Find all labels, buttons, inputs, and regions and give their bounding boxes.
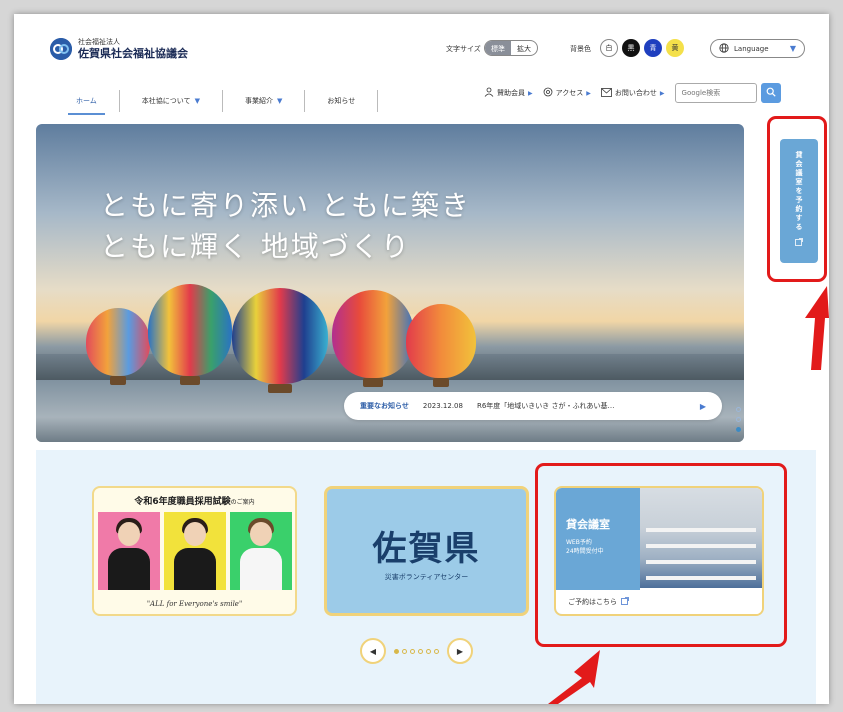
staff-photo [164,512,226,590]
supporting-member-label: 賛助会員 [497,89,525,97]
bg-color-label: 背景色 [570,45,591,53]
font-size-label: 文字サイズ [446,45,481,53]
chevron-down-icon: ▼ [276,97,283,105]
balloon-image [232,288,328,393]
hero-headline: ともに寄り添い ともに築き ともに輝く 地域づくり [100,186,471,267]
nav-label: お知らせ [327,97,356,105]
staff-photo [98,512,160,590]
staff-photo [230,512,292,590]
globe-icon [719,42,729,55]
language-label: Language [734,44,769,53]
nav-item-news[interactable]: お知らせ [305,90,379,112]
bg-yellow-button[interactable]: 黄 [666,39,684,57]
banner-dot[interactable] [426,648,431,654]
highlight-box-room-banner [535,463,787,647]
utility-links: 賛助会員 ▶ アクセス ▶ お問い合わせ ▶ [484,82,781,104]
font-size-toggle: 標準 拡大 [484,40,538,56]
contact-link[interactable]: お問い合わせ ▶ [601,87,665,99]
bg-white-button[interactable]: 白 [600,39,618,57]
play-icon[interactable]: ▶ [700,402,706,411]
search-icon [766,87,776,100]
mail-icon [601,87,612,99]
location-pin-icon [543,87,553,99]
hero-headline-line2: ともに輝く 地域づくり [100,229,411,263]
banner-dot[interactable] [410,648,415,654]
red-arrow-icon [805,286,829,370]
news-label: 重要なお知らせ [360,402,409,410]
bg-black-button[interactable]: 黒 [622,39,640,57]
contact-label: お問い合わせ [614,89,657,97]
nav-item-home[interactable]: ホーム [54,90,120,115]
chevron-left-icon: ◀ [369,646,377,656]
accessibility-toolbar: 文字サイズ 標準 拡大 背景色 白 黒 青 黄 Language ▼ [14,38,829,58]
recruit-banner[interactable]: 令和6年度職員採用試験のご案内 "ALL for Everyone's smil… [92,486,297,616]
global-nav: ホーム 本社協について ▼ 事業紹介 ▼ お知らせ [54,90,379,115]
volunteer-center-banner[interactable]: 佐賀県 災害ボランティアセンター [324,486,529,616]
volunteer-title: 佐賀県 [372,528,481,569]
staff-head [250,522,272,546]
banner-pager: ◀ ▶ [360,638,473,664]
balloon-image [406,304,476,387]
banner-dot-active[interactable] [394,648,399,654]
chevron-right-icon: ▶ [456,646,464,656]
staff-head [184,522,206,546]
chevron-right-icon: ▶ [659,89,665,97]
staff-body [108,548,150,590]
nav-item-about[interactable]: 本社協について ▼ [120,90,223,112]
chevron-right-icon: ▶ [586,89,591,97]
search-input[interactable] [674,83,757,103]
staff-head [118,522,140,546]
prev-button[interactable]: ◀ [360,638,386,664]
balloon-image [86,308,150,385]
hero-slider[interactable]: ともに寄り添い ともに築き ともに輝く 地域づくり 重要なお知らせ 2023.1… [36,124,744,442]
balloon-image [148,284,232,385]
important-news-banner[interactable]: 重要なお知らせ 2023.12.08 R6年度「地域いきいき さが・ふれあい基…… [344,392,722,420]
access-label: アクセス [555,89,584,97]
slide-dot-active[interactable] [736,427,741,432]
font-size-large-button[interactable]: 拡大 [511,41,537,55]
nav-label: 本社協について [141,97,191,105]
news-date: 2023.12.08 [422,402,463,410]
chevron-down-icon: ▼ [789,44,796,53]
staff-body [240,548,282,590]
access-link[interactable]: アクセス ▶ [543,87,591,99]
browser-page: 社会福祉法人 佐賀県社会福祉協議会 文字サイズ 標準 拡大 背景色 白 黒 青 … [14,14,829,704]
banner-dots [394,648,439,654]
red-arrow-icon [548,650,600,704]
person-icon [484,87,494,99]
language-select[interactable]: Language ▼ [710,39,805,58]
recruit-title-suffix: のご案内 [230,499,255,506]
supporting-member-link[interactable]: 賛助会員 ▶ [484,87,533,99]
news-text: R6年度「地域いきいき さが・ふれあい基… [476,402,615,410]
highlight-box-side-tab [767,116,827,282]
slide-dot[interactable] [736,407,741,412]
nav-item-services[interactable]: 事業紹介 ▼ [223,90,306,112]
recruit-title-main: 令和6年度職員採用試験 [134,497,231,507]
search-button[interactable] [760,83,781,103]
banner-dot[interactable] [418,648,423,654]
nav-label: ホーム [76,97,97,105]
banner-dot[interactable] [402,648,407,654]
banner-dot[interactable] [434,648,439,654]
next-button[interactable]: ▶ [447,638,473,664]
bg-blue-button[interactable]: 青 [644,39,662,57]
recruit-tagline: "ALL for Everyone's smile" [146,600,243,608]
hero-headline-line1: ともに寄り添い ともに築き [100,189,471,222]
recruit-title: 令和6年度職員採用試験のご案内 [94,494,295,507]
slide-dot[interactable] [736,417,741,422]
hero-pagination [736,407,741,432]
balloon-image [332,290,414,387]
nav-label: 事業紹介 [244,97,273,105]
volunteer-subtitle: 災害ボランティアセンター [384,572,469,581]
font-size-standard-button[interactable]: 標準 [485,41,511,55]
chevron-down-icon: ▼ [194,97,200,105]
chevron-right-icon: ▶ [528,89,533,97]
staff-body [174,548,216,590]
